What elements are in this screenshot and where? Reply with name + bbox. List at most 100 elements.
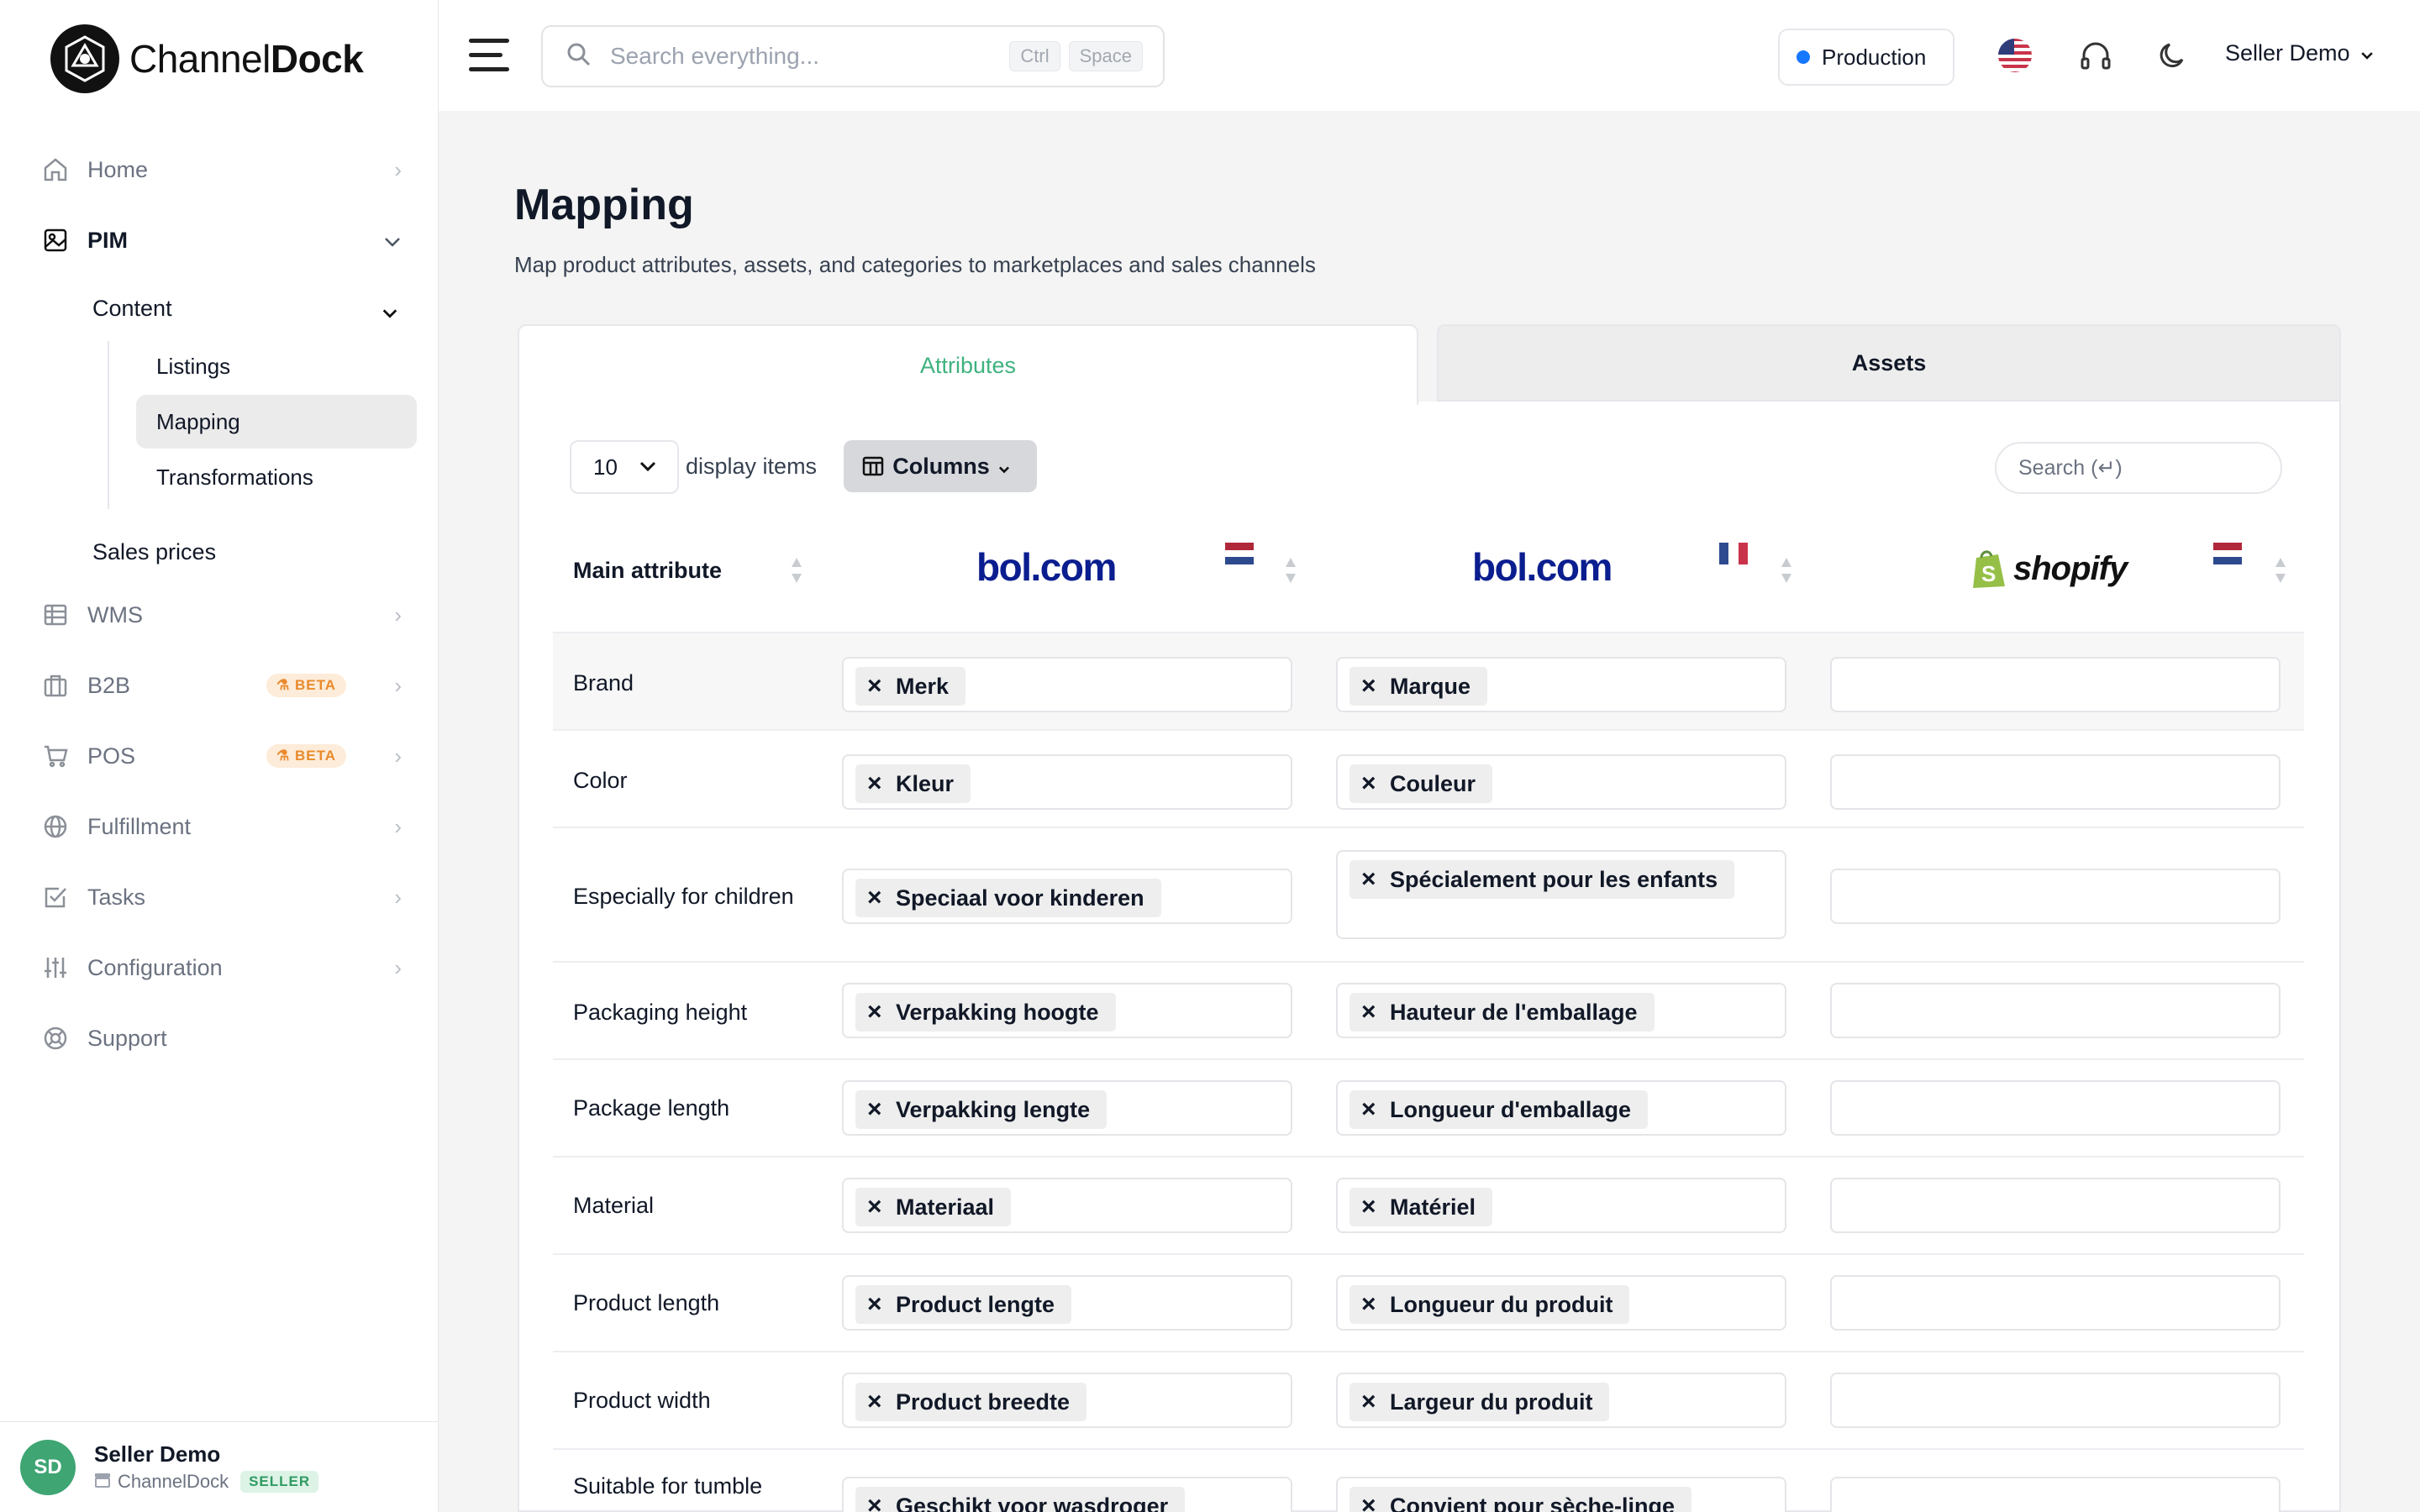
sidebar-item-support[interactable]: Support	[40, 1013, 402, 1063]
mapping-select-bol-nl[interactable]: × Geschikt voor wasdroger	[842, 1477, 1292, 1512]
mapping-select-shopify-nl[interactable]	[1830, 1477, 2281, 1512]
global-search[interactable]: Search everything... Ctrl Space	[541, 25, 1165, 87]
page-size-select[interactable]: 10	[570, 440, 679, 494]
sidebar-subitem-listings[interactable]: Listings	[136, 339, 417, 393]
search-icon	[566, 42, 592, 71]
mapping-select-shopify-nl[interactable]	[1830, 869, 2281, 924]
remove-icon[interactable]: ×	[1361, 865, 1376, 894]
language-flag-us-icon[interactable]	[1996, 37, 2033, 74]
remove-icon[interactable]: ×	[867, 1492, 882, 1512]
column-header-bol-nl[interactable]: bol.com	[840, 533, 1311, 608]
remove-icon[interactable]: ×	[867, 672, 882, 701]
remove-icon[interactable]: ×	[867, 998, 882, 1026]
remove-icon[interactable]: ×	[1361, 1193, 1376, 1221]
sidebar-item-b2b[interactable]: B2B ⚗ BETA ›	[40, 660, 402, 711]
remove-icon[interactable]: ×	[1361, 998, 1376, 1026]
remove-icon[interactable]: ×	[867, 1095, 882, 1124]
table-search-input[interactable]: Search (↵)	[1995, 442, 2282, 494]
remove-icon[interactable]: ×	[1361, 672, 1376, 701]
mapping-select-bol-fr[interactable]: × Longueur du produit	[1336, 1275, 1786, 1331]
mapping-select-bol-nl[interactable]: × Kleur	[842, 754, 1292, 810]
mapped-attribute-chip: × Marque	[1349, 667, 1488, 706]
sidebar-item-fulfillment[interactable]: Fulfillment ›	[40, 801, 402, 852]
sidebar-subitem-transformations[interactable]: Transformations	[136, 450, 417, 504]
sidebar-subitem-mapping[interactable]: Mapping	[136, 395, 417, 449]
mapping-select-bol-fr[interactable]: × Convient pour sèche-linge	[1336, 1477, 1786, 1512]
flag-fr-icon	[1719, 543, 1748, 564]
tab-assets[interactable]: Assets	[1437, 324, 2341, 402]
mapping-select-shopify-nl[interactable]	[1830, 983, 2281, 1038]
menu-toggle-icon[interactable]	[469, 39, 509, 72]
mapping-select-bol-fr[interactable]: × Matériel	[1336, 1178, 1786, 1233]
mapping-select-bol-fr[interactable]: × Marque	[1336, 657, 1786, 712]
columns-button[interactable]: Columns	[844, 440, 1037, 492]
mapping-select-bol-nl[interactable]: × Verpakking lengte	[842, 1080, 1292, 1136]
mapping-select-bol-nl[interactable]: × Product lengte	[842, 1275, 1292, 1331]
mapping-select-bol-fr[interactable]: × Largeur du produit	[1336, 1373, 1786, 1428]
sidebar-item-pos[interactable]: POS ⚗ BETA ›	[40, 731, 402, 781]
mapping-select-bol-fr[interactable]: × Spécialement pour les enfants	[1336, 850, 1786, 939]
sidebar-item-wms[interactable]: WMS ›	[40, 590, 402, 640]
status-dot	[1797, 50, 1810, 64]
flag-nl-icon	[2213, 543, 2242, 565]
mapping-select-shopify-nl[interactable]	[1830, 754, 2281, 810]
remove-icon[interactable]: ×	[867, 1290, 882, 1319]
column-header-bol-fr[interactable]: bol.com	[1336, 533, 1807, 608]
mapping-select-shopify-nl[interactable]	[1830, 1080, 2281, 1136]
remove-icon[interactable]: ×	[867, 1388, 882, 1416]
mapping-select-shopify-nl[interactable]	[1830, 1275, 2281, 1331]
column-header-shopify-nl[interactable]: S shopify	[1830, 533, 2301, 608]
table-row: Especially for children × Speciaal voor k…	[553, 827, 2304, 961]
mapping-select-bol-nl[interactable]: × Verpakking hoogte	[842, 983, 1292, 1038]
remove-icon[interactable]: ×	[1361, 1492, 1376, 1512]
sidebar-item-home[interactable]: Home ›	[40, 144, 402, 195]
user-account: ChannelDock SELLER	[94, 1471, 319, 1493]
mapped-attribute-chip: × Verpakking lengte	[855, 1090, 1107, 1129]
remove-icon[interactable]: ×	[867, 884, 882, 912]
sliders-icon	[40, 953, 71, 983]
sidebar-subitem-content[interactable]: Content	[92, 296, 398, 322]
environment-switch[interactable]: Production	[1778, 29, 1954, 86]
remove-icon[interactable]: ×	[867, 1193, 882, 1221]
submenu-guide-line	[108, 341, 109, 509]
table-row: Material × Materiaal × Matériel	[553, 1156, 2304, 1253]
shopify-logo: S shopify	[1970, 548, 2128, 590]
mapping-select-bol-nl[interactable]: × Product breedte	[842, 1373, 1292, 1428]
sidebar-item-label: PIM	[87, 227, 129, 253]
mapping-select-bol-nl[interactable]: × Merk	[842, 657, 1292, 712]
column-header-main-attribute[interactable]: Main attribute	[573, 533, 808, 608]
mapping-select-bol-nl[interactable]: × Materiaal	[842, 1178, 1292, 1233]
sidebar-item-configuration[interactable]: Configuration ›	[40, 942, 402, 993]
remove-icon[interactable]: ×	[1361, 1290, 1376, 1319]
sidebar-subitem-sales-prices[interactable]: Sales prices	[92, 539, 216, 565]
mapping-select-bol-fr[interactable]: × Longueur d'emballage	[1336, 1080, 1786, 1136]
brand-logo[interactable]: ChannelDock	[50, 24, 364, 94]
tab-attributes[interactable]: Attributes	[518, 324, 1418, 405]
mapping-select-bol-fr[interactable]: × Hauteur de l'emballage	[1336, 983, 1786, 1038]
current-user-card[interactable]: SD Seller Demo ChannelDock SELLER	[0, 1421, 439, 1512]
headset-icon[interactable]	[2077, 37, 2114, 74]
sidebar-item-label: B2B	[87, 672, 131, 698]
remove-icon[interactable]: ×	[867, 769, 882, 798]
remove-icon[interactable]: ×	[1361, 1388, 1376, 1416]
sidebar-item-tasks[interactable]: Tasks ›	[40, 872, 402, 922]
mapping-select-shopify-nl[interactable]	[1830, 1178, 2281, 1233]
mapped-attribute-chip: × Product breedte	[855, 1383, 1087, 1421]
remove-icon[interactable]: ×	[1361, 769, 1376, 798]
cart-icon	[40, 741, 71, 771]
mapping-select-bol-nl[interactable]: × Speciaal voor kinderen	[842, 869, 1292, 924]
sidebar-item-label: Fulfillment	[87, 813, 192, 839]
lifebuoy-icon	[40, 1023, 71, 1053]
mapping-select-bol-fr[interactable]: × Couleur	[1336, 754, 1786, 810]
chevron-right-icon: ›	[394, 601, 402, 627]
mapped-attribute-chip: × Spécialement pour les enfants	[1349, 860, 1735, 899]
user-menu[interactable]: Seller Demo	[2225, 40, 2374, 66]
sidebar-item-pim[interactable]: PIM	[40, 215, 402, 265]
mapping-select-shopify-nl[interactable]	[1830, 657, 2281, 712]
mapping-select-shopify-nl[interactable]	[1830, 1373, 2281, 1428]
display-items-label: display items	[686, 454, 818, 479]
mapped-attribute-chip: × Speciaal voor kinderen	[855, 879, 1161, 917]
dark-mode-moon-icon[interactable]	[2154, 37, 2191, 74]
image-icon	[40, 225, 71, 255]
remove-icon[interactable]: ×	[1361, 1095, 1376, 1124]
